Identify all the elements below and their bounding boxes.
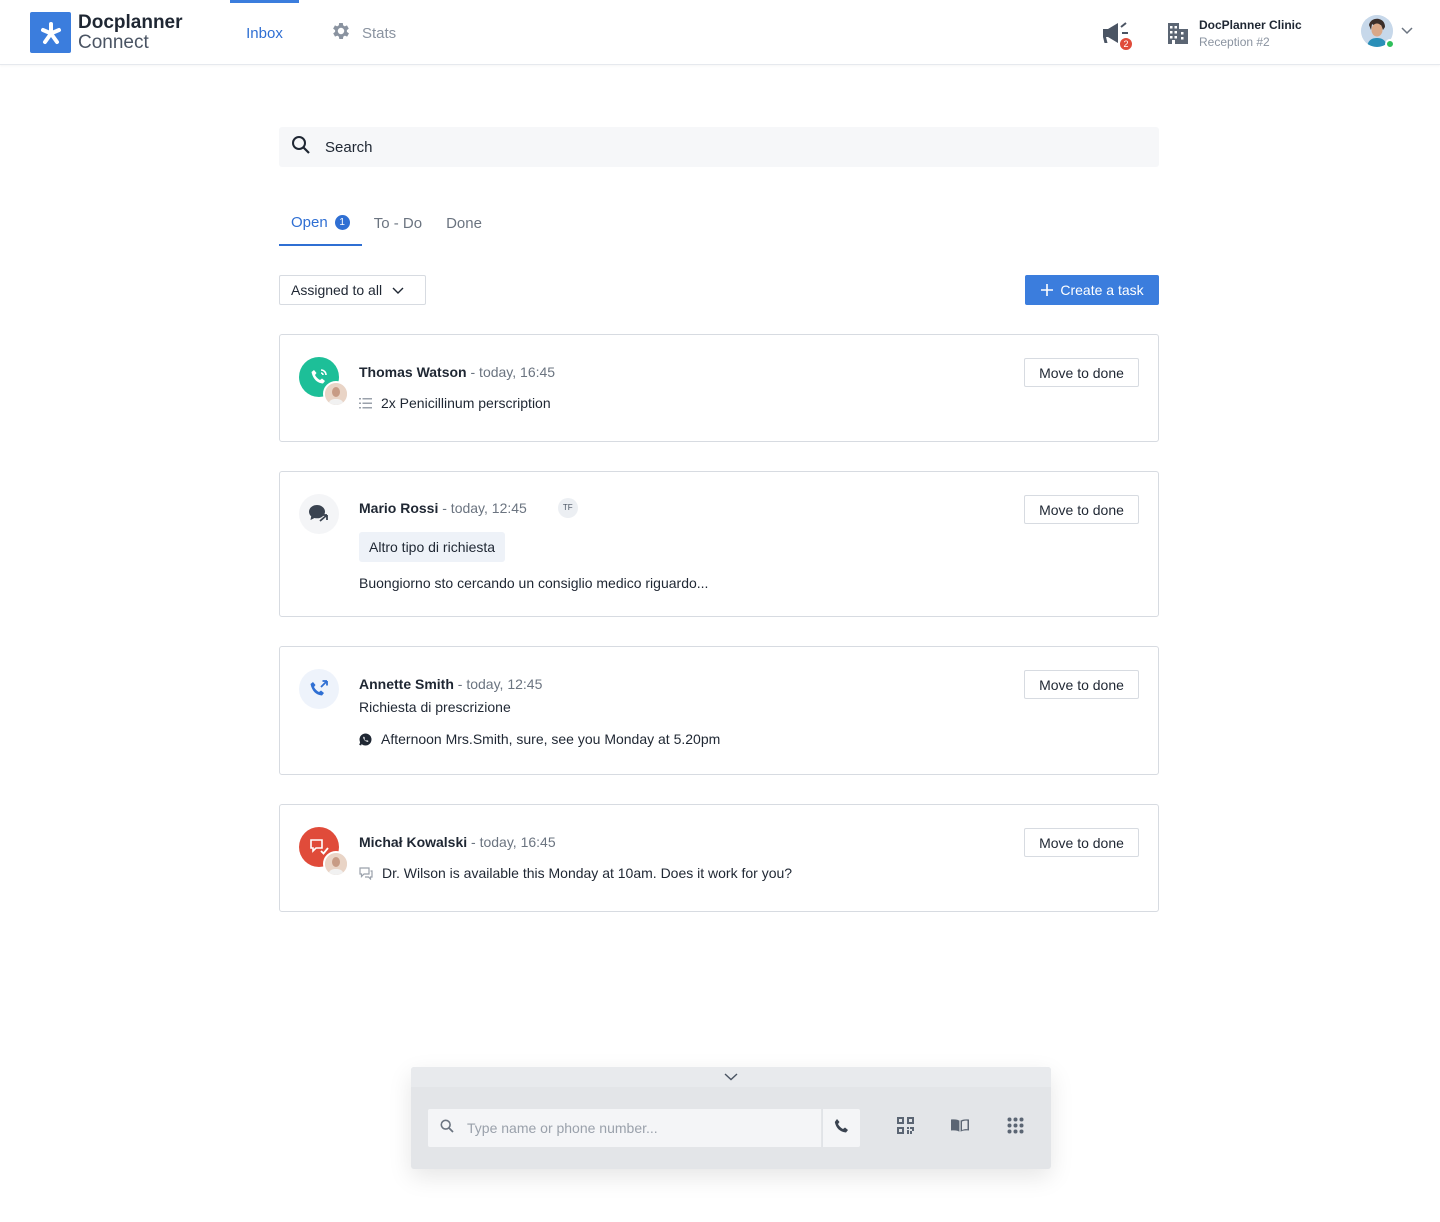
create-task-button[interactable]: Create a task — [1025, 275, 1159, 305]
task-card[interactable]: Annette Smith - today, 12:45 Richiesta d… — [279, 646, 1159, 775]
task-card[interactable]: Mario Rossi - today, 12:45 TF Altro tipo… — [279, 471, 1159, 617]
dialer-collapse-toggle[interactable] — [411, 1067, 1051, 1087]
user-avatar — [1361, 15, 1395, 49]
task-subtitle: Richiesta di prescrizione — [359, 699, 511, 715]
message-preview: Dr. Wilson is available this Monday at 1… — [382, 865, 793, 881]
search-icon — [440, 1118, 454, 1138]
dialer-panel — [411, 1067, 1051, 1169]
patient-name[interactable]: Annette Smith — [359, 676, 454, 692]
move-to-done-button[interactable]: Move to done — [1024, 828, 1139, 857]
tab-done-label: Done — [446, 214, 482, 232]
book-icon — [950, 1118, 970, 1138]
assignee-avatar — [323, 851, 349, 877]
keypad-icon — [1007, 1117, 1024, 1139]
nav-tab-stats[interactable]: Stats — [330, 20, 396, 46]
assignee-filter-value: Assigned to all — [291, 282, 383, 298]
incoming-call-icon — [299, 357, 349, 407]
nav-tab-inbox[interactable]: Inbox — [230, 0, 299, 64]
create-task-label: Create a task — [1060, 282, 1144, 298]
task-description: 2x Penicillinum perscription — [381, 395, 551, 411]
task-time: - today, 16:45 — [466, 364, 556, 380]
tab-open-count-badge: 1 — [334, 214, 350, 230]
chat-forward-icon — [299, 494, 339, 534]
assignee-initials-badge: TF — [557, 498, 578, 519]
list-icon — [359, 397, 372, 409]
whatsapp-icon — [359, 733, 372, 746]
tab-open[interactable]: Open 1 — [279, 200, 362, 246]
clinic-selector[interactable]: DocPlanner Clinic Reception #2 — [1166, 17, 1302, 51]
building-icon — [1166, 19, 1190, 50]
clinic-reception: Reception #2 — [1199, 35, 1270, 49]
move-to-done-button[interactable]: Move to done — [1024, 495, 1139, 524]
message-icon — [299, 827, 349, 877]
move-to-done-button[interactable]: Move to done — [1024, 358, 1139, 387]
qr-code-icon — [896, 1117, 914, 1139]
message-preview: Afternoon Mrs.Smith, sure, see you Monda… — [381, 731, 721, 747]
docplanner-logo-icon — [30, 12, 71, 53]
online-status-indicator — [1385, 39, 1395, 49]
notification-count-badge: 2 — [1119, 37, 1133, 51]
assignee-avatar — [323, 381, 349, 407]
search-bar[interactable] — [279, 127, 1159, 167]
task-time: - today, 12:45 — [453, 676, 543, 692]
tab-to-do-label: To - Do — [373, 214, 423, 232]
patient-name[interactable]: Mario Rossi — [359, 500, 438, 516]
search-icon — [291, 135, 311, 160]
patient-name[interactable]: Michał Kowalski — [359, 834, 467, 850]
search-input[interactable] — [325, 138, 1105, 156]
nav-tab-inbox-label: Inbox — [246, 25, 283, 42]
qr-code-button[interactable] — [893, 1116, 917, 1140]
nav-tab-stats-label: Stats — [362, 24, 397, 42]
message-preview: Buongiorno sto cercando un consiglio med… — [359, 575, 709, 592]
keypad-button[interactable] — [1003, 1116, 1027, 1140]
call-button[interactable] — [822, 1109, 860, 1147]
contacts-book-button[interactable] — [948, 1116, 972, 1140]
logo-title: Docplanner — [78, 11, 183, 33]
logo-subtitle: Connect — [78, 31, 149, 53]
dialer-search-field[interactable] — [428, 1109, 821, 1147]
task-card[interactable]: Thomas Watson - today, 16:45 2x Penicill… — [279, 334, 1159, 442]
app-logo[interactable]: Docplanner Connect — [30, 12, 183, 53]
outgoing-call-icon — [299, 669, 339, 709]
top-bar: Docplanner Connect Inbox Stats 2 DocPlan… — [0, 0, 1440, 65]
gear-icon — [330, 20, 352, 46]
phone-icon — [834, 1118, 850, 1139]
assignee-filter-dropdown[interactable]: Assigned to all — [279, 275, 426, 305]
task-time: - today, 12:45 — [438, 500, 527, 516]
chevron-down-icon — [1401, 22, 1413, 40]
patient-name[interactable]: Thomas Watson — [359, 364, 467, 380]
dialer-input[interactable] — [467, 1120, 807, 1136]
chevron-down-icon — [392, 282, 404, 298]
inbox-tabs: Open 1 To - Do Done — [279, 200, 494, 246]
tab-done[interactable]: Done — [434, 200, 494, 246]
tab-to-do[interactable]: To - Do — [362, 200, 434, 246]
task-card[interactable]: Michał Kowalski - today, 16:45 Dr. Wilso… — [279, 804, 1159, 912]
announcements-button[interactable]: 2 — [1100, 20, 1134, 52]
move-to-done-button[interactable]: Move to done — [1024, 670, 1139, 699]
tab-open-label: Open — [291, 213, 328, 231]
user-menu[interactable] — [1361, 15, 1413, 49]
clinic-name: DocPlanner Clinic — [1199, 18, 1302, 32]
plus-icon — [1040, 283, 1054, 298]
chevron-down-icon — [724, 1068, 738, 1086]
request-type-tag: Altro tipo di richiesta — [359, 532, 506, 563]
chat-icon — [359, 866, 373, 880]
task-time: - today, 16:45 — [467, 834, 556, 850]
